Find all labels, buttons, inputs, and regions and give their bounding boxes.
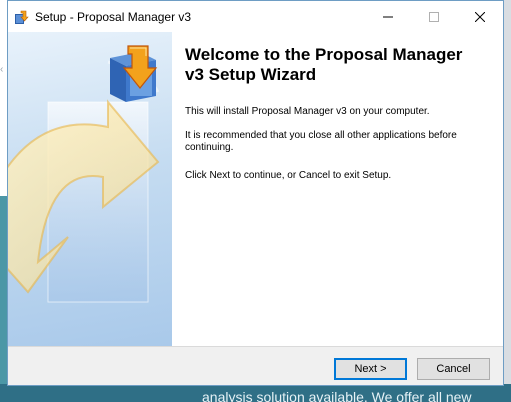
button-area-divider	[8, 346, 503, 347]
maximize-button[interactable]	[411, 1, 457, 32]
background-banner-text: analysis solution available. We offer al…	[202, 389, 472, 402]
window-title: Setup - Proposal Manager v3	[35, 10, 192, 24]
maximize-icon	[429, 11, 439, 22]
close-icon	[475, 11, 485, 22]
install-description: This will install Proposal Manager v3 on…	[185, 106, 430, 117]
minimize-button[interactable]	[365, 1, 411, 32]
large-arrow-graphic	[8, 45, 160, 303]
continue-instructions: Click Next to continue, or Cancel to exi…	[185, 170, 392, 181]
wizard-heading: Welcome to the Proposal Manager v3 Setup…	[185, 45, 463, 84]
wizard-content: Welcome to the Proposal Manager v3 Setup…	[8, 32, 503, 346]
background-page-banner: analysis solution available. We offer al…	[0, 384, 511, 402]
minimize-icon	[383, 16, 393, 17]
close-button[interactable]	[457, 1, 503, 32]
installer-box-icon	[15, 10, 29, 24]
background-arrow-icon: ‹	[0, 64, 4, 75]
setup-wizard-window: Setup - Proposal Manager v3 Welcome to t…	[7, 0, 504, 386]
wizard-side-image	[8, 32, 172, 346]
cancel-button[interactable]: Cancel	[417, 358, 490, 380]
close-apps-recommendation: It is recommended that you close all oth…	[185, 130, 457, 153]
title-bar[interactable]: Setup - Proposal Manager v3	[8, 1, 503, 32]
next-button[interactable]: Next >	[334, 358, 407, 380]
